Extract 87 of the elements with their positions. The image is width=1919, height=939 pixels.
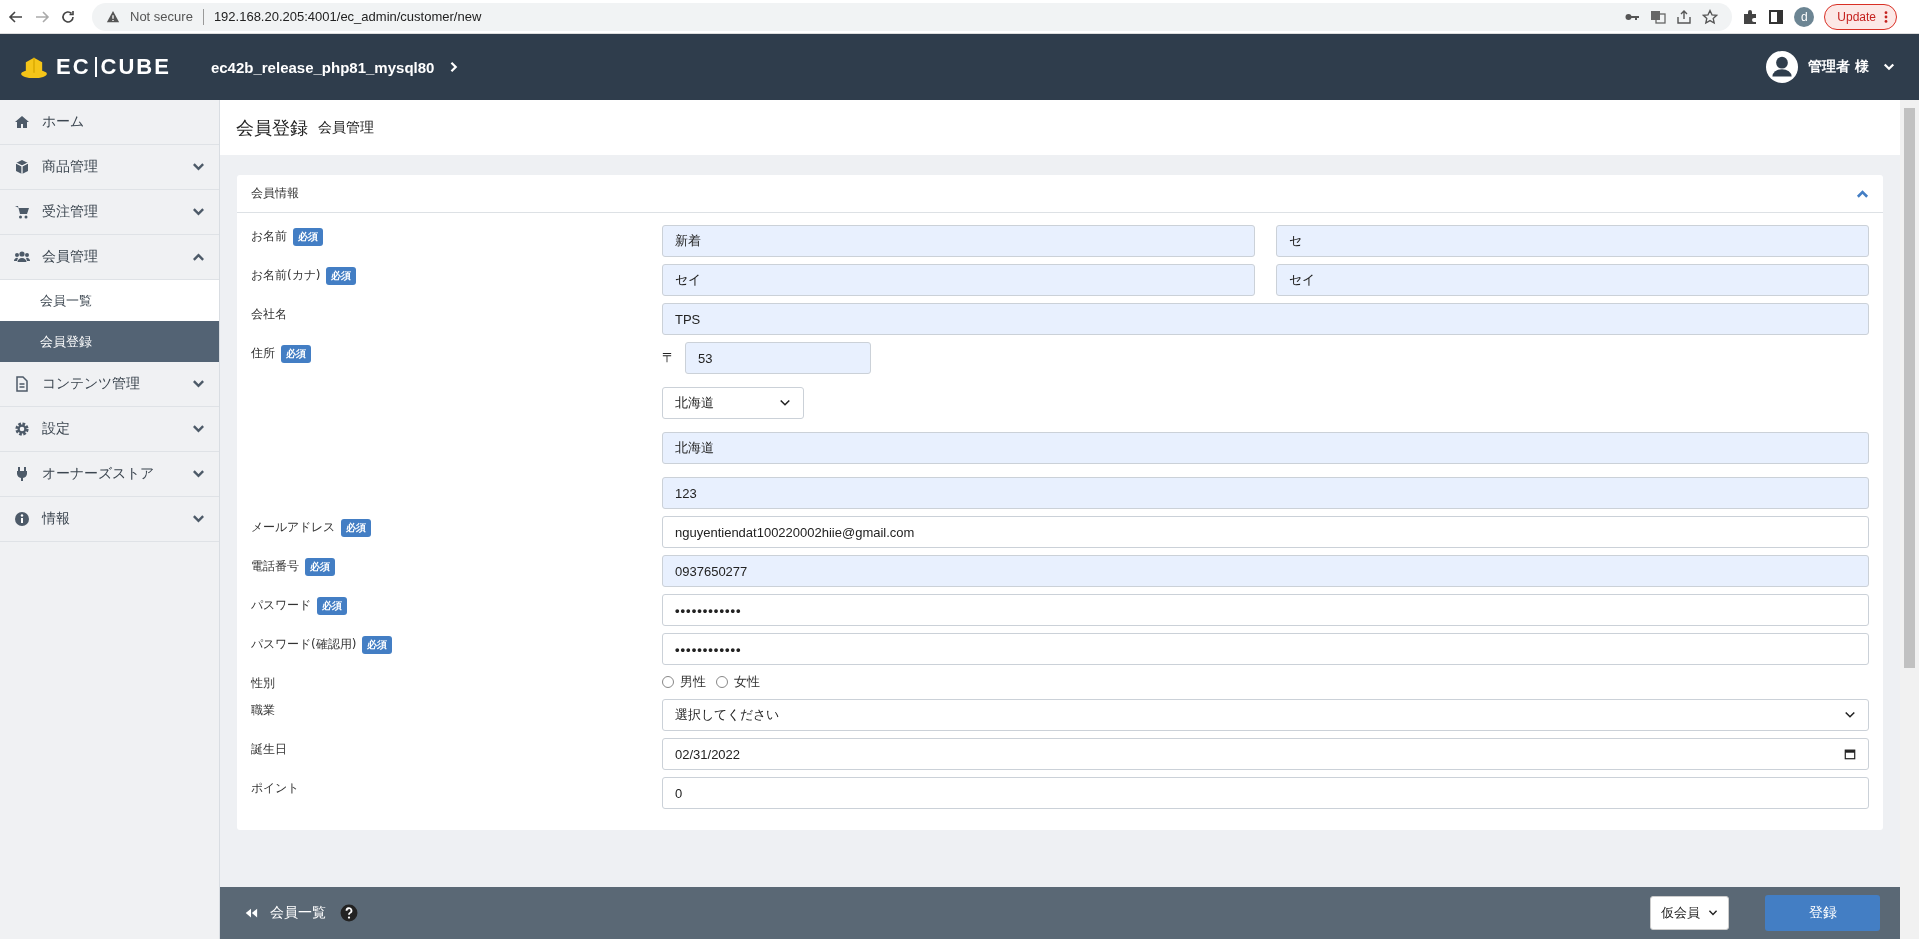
translate-icon[interactable] — [1650, 8, 1667, 25]
card-title: 会員情報 — [251, 185, 299, 202]
field-label: お名前 — [251, 228, 287, 245]
required-badge: 必須 — [305, 558, 335, 576]
users-icon — [14, 249, 30, 265]
required-badge: 必須 — [281, 345, 311, 363]
warning-icon — [106, 9, 120, 24]
scrollbar-thumb[interactable] — [1904, 108, 1915, 668]
back-link[interactable]: 会員一覧 — [244, 904, 326, 922]
field-label: 電話番号 — [251, 558, 299, 575]
postal-code-field[interactable]: 53 — [685, 342, 871, 374]
address-bar[interactable]: Not secure 192.168.20.205:4001/ec_admin/customer/new — [92, 2, 1733, 31]
input-field[interactable]: 123 — [662, 477, 1869, 509]
double-left-arrow-icon — [244, 907, 258, 919]
postal-mark: 〒 — [662, 349, 675, 367]
field-label: ポイント — [251, 780, 299, 797]
field-label: 誕生日 — [251, 741, 287, 758]
required-badge: 必須 — [362, 636, 393, 654]
input-field[interactable]: 0 — [662, 777, 1869, 809]
file-icon — [14, 376, 30, 392]
caret-icon — [1708, 909, 1718, 917]
sidebar-item[interactable]: 商品管理 — [0, 145, 219, 190]
security-label: Not secure — [130, 9, 193, 24]
sidebar-icon[interactable] — [1768, 8, 1785, 25]
input-field[interactable]: 0937650277 — [662, 555, 1869, 587]
chevron-down-icon[interactable] — [1883, 61, 1895, 73]
sidebar-item[interactable]: コンテンツ管理 — [0, 362, 219, 407]
plug-icon — [14, 466, 30, 482]
profile-avatar[interactable]: d — [1794, 6, 1815, 27]
field-label: お名前(カナ) — [251, 267, 321, 284]
chevron-up-icon[interactable] — [1856, 188, 1869, 199]
sidebar-item[interactable]: 受注管理 — [0, 190, 219, 235]
date-field[interactable]: 02/31/2022 — [662, 738, 1869, 770]
more-icon[interactable] — [1884, 9, 1888, 24]
status-select[interactable]: 仮会員 — [1650, 896, 1729, 930]
field-label: パスワード(確認用) — [251, 636, 357, 653]
radio-option[interactable]: 女性 — [716, 673, 760, 691]
input-field[interactable]: セイ — [1276, 264, 1869, 296]
input-field[interactable]: 北海道 — [662, 432, 1869, 464]
update-button[interactable]: Update — [1824, 3, 1897, 30]
star-icon[interactable] — [1702, 8, 1719, 25]
cart-icon — [14, 204, 30, 220]
url-text: 192.168.20.205:4001/ec_admin/customer/new — [213, 9, 482, 24]
input-field[interactable]: セ — [1276, 225, 1869, 257]
required-badge: 必須 — [341, 519, 371, 537]
puzzle-icon[interactable] — [1742, 8, 1759, 25]
field-label: パスワード — [251, 597, 311, 614]
sidebar-subitem[interactable]: 会員登録 — [0, 321, 219, 362]
input-field[interactable]: TPS — [662, 303, 1869, 335]
radio-option[interactable]: 男性 — [662, 673, 706, 691]
shop-name[interactable]: ec42b_release_php81_mysql80 — [210, 58, 435, 76]
select-field[interactable]: 北海道 — [662, 387, 804, 419]
info-icon — [14, 511, 30, 527]
input-field[interactable]: セイ — [662, 264, 1255, 296]
reload-icon[interactable] — [60, 8, 76, 25]
cube-icon — [14, 159, 30, 175]
sidebar-subitem[interactable]: 会員一覧 — [0, 280, 219, 321]
password-field[interactable]: •••••••••••• — [662, 594, 1869, 626]
back-icon[interactable] — [8, 8, 24, 25]
field-label: 会社名 — [251, 306, 287, 323]
sidebar-item[interactable]: 情報 — [0, 497, 219, 542]
sidebar-item[interactable]: ホーム — [0, 100, 219, 145]
gear-icon — [14, 421, 30, 437]
share-icon[interactable] — [1676, 8, 1693, 25]
hat-icon — [20, 55, 48, 79]
logo[interactable]: EC CUBE — [20, 54, 171, 80]
input-field[interactable]: 新着 — [662, 225, 1255, 257]
password-field[interactable]: •••••••••••• — [662, 633, 1869, 665]
home-icon — [14, 114, 30, 130]
required-badge: 必須 — [317, 597, 347, 615]
user-avatar-icon[interactable] — [1766, 51, 1799, 83]
field-label: メールアドレス — [251, 519, 335, 536]
calendar-icon — [1844, 748, 1856, 760]
select-field[interactable]: 選択してください — [662, 699, 1869, 731]
input-field[interactable]: nguyentiendat100220002hiie@gmail.com — [662, 516, 1869, 548]
register-button[interactable]: 登録 — [1765, 895, 1880, 931]
required-badge: 必須 — [326, 267, 357, 285]
field-label: 住所 — [251, 345, 275, 362]
page-title: 会員登録 — [236, 115, 308, 140]
page-subtitle: 会員管理 — [318, 118, 374, 137]
sidebar-item[interactable]: 設定 — [0, 407, 219, 452]
sidebar-item[interactable]: オーナーズストア — [0, 452, 219, 497]
field-label: 性別 — [251, 675, 275, 692]
user-name[interactable]: 管理者 様 — [1808, 58, 1869, 76]
help-icon[interactable] — [340, 904, 358, 922]
field-label: 職業 — [251, 702, 275, 719]
required-badge: 必須 — [293, 228, 323, 246]
